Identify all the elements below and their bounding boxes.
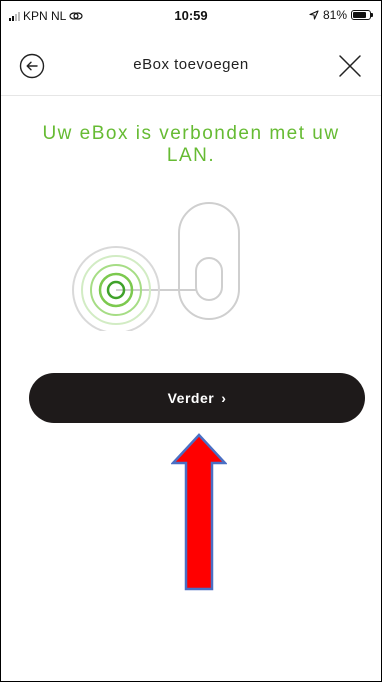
battery-icon xyxy=(351,10,373,20)
header: eBox toevoegen xyxy=(1,39,381,96)
status-bar: KPN NL 10:59 81% xyxy=(1,1,381,39)
chevron-right-icon: › xyxy=(221,390,227,406)
status-right: 81% xyxy=(309,8,373,22)
next-button[interactable]: Verder › xyxy=(29,373,365,423)
ebox-lan-connected-icon xyxy=(72,202,240,331)
close-icon[interactable] xyxy=(337,53,363,79)
next-button-label: Verder xyxy=(167,390,215,406)
battery-percent: 81% xyxy=(322,8,347,22)
red-arrow-annotation xyxy=(171,433,227,591)
location-arrow-icon xyxy=(309,10,319,20)
connection-status-message: Uw eBox is verbonden met uw LAN. xyxy=(42,123,340,166)
page-title: eBox toevoegen xyxy=(133,56,249,73)
battery-fill xyxy=(353,12,366,18)
phone-screen: KPN NL 10:59 81% eBox toevoegen Uw eBox xyxy=(0,0,382,682)
